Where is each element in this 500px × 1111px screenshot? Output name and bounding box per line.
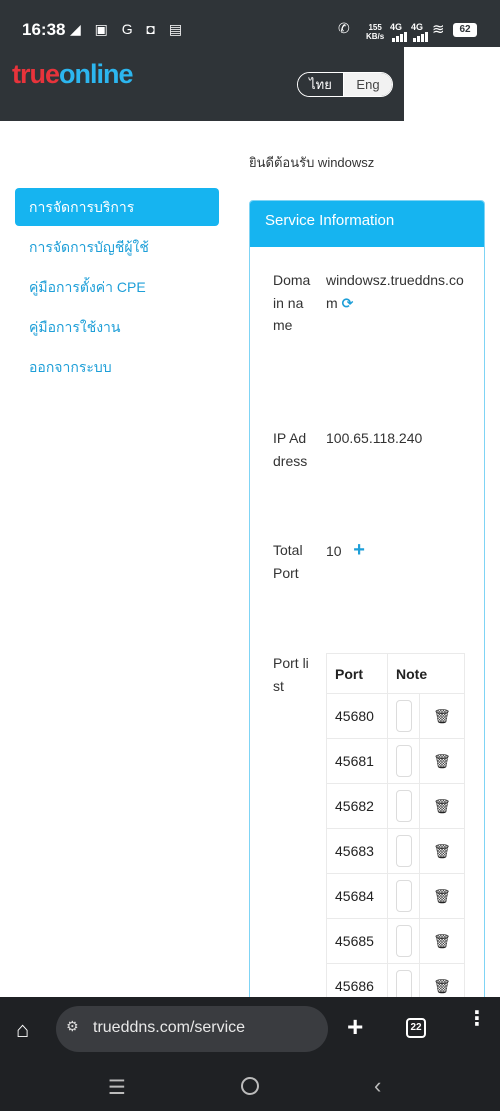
- site-header: trueonline ไทย Eng: [0, 47, 404, 121]
- sidebar-item-cpe-guide[interactable]: คู่มือการตั้งค่า CPE: [15, 268, 219, 306]
- trash-icon[interactable]: 🗑: [419, 783, 465, 829]
- status-time: 16:38: [22, 20, 66, 39]
- note-input[interactable]: [396, 880, 412, 912]
- total-port-number: 10: [326, 543, 342, 559]
- notification-icons: ◢ ▣ G ◘ ▤: [70, 21, 188, 37]
- site-settings-icon[interactable]: ⚙: [66, 1018, 79, 1035]
- total-port-value: 10 +: [326, 539, 466, 563]
- network-speed-value: 155: [368, 23, 382, 32]
- trash-icon[interactable]: 🗑: [419, 693, 465, 739]
- sidebar-menu: การจัดการบริการ การจัดการบัญชีผู้ใช้ คู่…: [15, 188, 219, 388]
- logo-true: true: [12, 59, 60, 89]
- port-cell: 45683: [326, 828, 388, 874]
- refresh-icon[interactable]: ⟳: [342, 295, 354, 311]
- network-4g-2: 4G: [411, 22, 424, 32]
- note-input[interactable]: [396, 925, 412, 957]
- network-4g-1: 4G: [390, 22, 403, 32]
- note-input[interactable]: [396, 745, 412, 777]
- lang-english-button[interactable]: Eng: [344, 73, 392, 96]
- note-input[interactable]: [396, 700, 412, 732]
- port-cell: 45681: [326, 738, 388, 784]
- url-text: trueddns.com/service: [93, 1019, 246, 1036]
- add-port-icon[interactable]: +: [353, 539, 365, 561]
- domain-name-value: windowsz.trueddns.com ⟳: [326, 269, 466, 314]
- table-row: 45681 🗑: [326, 738, 465, 784]
- status-bar: 16:38 ◢ ▣ G ◘ ▤ ✆ 155 KB/s 4G 4G ≋ 62: [0, 0, 500, 47]
- ip-address-value: 100.65.118.240: [326, 430, 423, 446]
- trash-icon[interactable]: 🗑: [419, 828, 465, 874]
- note-input[interactable]: [396, 835, 412, 867]
- port-column-header: Port: [326, 653, 388, 694]
- sidebar-item-service-management[interactable]: การจัดการบริการ: [15, 188, 219, 226]
- battery-icon: 62: [453, 23, 477, 37]
- table-row: 45680 🗑: [326, 693, 465, 739]
- signal-icon-2: [413, 32, 428, 42]
- logo-online: online: [59, 59, 133, 89]
- network-speed: 155 KB/s: [366, 23, 384, 41]
- ip-address-label: IP Address: [273, 430, 308, 469]
- service-information-card: Service Information Domain name windowsz…: [249, 200, 485, 1020]
- table-row: 45682 🗑: [326, 783, 465, 829]
- network-speed-unit: KB/s: [366, 32, 385, 41]
- port-list-table: Port Note 45680 🗑 45681 🗑 45682 🗑 45683: [326, 653, 465, 1009]
- more-menu-icon[interactable]: ⋮: [467, 1009, 487, 1029]
- wifi-icon: ≋: [432, 21, 445, 38]
- trash-icon[interactable]: 🗑: [419, 738, 465, 784]
- table-row: 45684 🗑: [326, 873, 465, 919]
- address-bar[interactable]: ⚙ trueddns.com/service: [56, 1006, 328, 1052]
- tab-switcher-button[interactable]: 22: [406, 1018, 426, 1038]
- recent-apps-icon[interactable]: ☰: [108, 1075, 126, 1100]
- signal-icon-1: [392, 32, 407, 42]
- total-port-label: Total Port: [273, 542, 303, 581]
- port-cell: 45684: [326, 873, 388, 919]
- language-switch: ไทย Eng: [297, 72, 393, 97]
- sidebar-item-user-manual[interactable]: คู่มือการใช้งาน: [15, 308, 219, 346]
- note-column-header: Note: [387, 653, 465, 694]
- note-input[interactable]: [396, 790, 412, 822]
- card-title: Service Information: [250, 201, 484, 247]
- port-cell: 45682: [326, 783, 388, 829]
- port-cell: 45685: [326, 918, 388, 964]
- back-icon[interactable]: ‹: [374, 1073, 381, 1099]
- domain-name-label: Domain name: [273, 272, 311, 333]
- browser-toolbar: ⌂ ⚙ trueddns.com/service + 22 ⋮: [0, 997, 500, 1063]
- port-cell: 45680: [326, 693, 388, 739]
- home-icon[interactable]: ⌂: [16, 1017, 29, 1043]
- trueonline-logo[interactable]: trueonline: [12, 59, 134, 90]
- home-button-icon[interactable]: [241, 1077, 259, 1095]
- trash-icon[interactable]: 🗑: [419, 918, 465, 964]
- sidebar-item-logout[interactable]: ออกจากระบบ: [15, 348, 219, 386]
- sidebar-item-account-management[interactable]: การจัดการบัญชีผู้ใช้: [15, 228, 219, 266]
- trash-icon[interactable]: 🗑: [419, 873, 465, 919]
- port-list-label: Port list: [273, 655, 309, 694]
- call-icon: ✆: [338, 20, 350, 36]
- welcome-text: ยินดีต้อนรับ windowsz: [249, 155, 375, 170]
- system-nav-bar: ☰ ‹: [0, 1063, 500, 1111]
- table-row: 45685 🗑: [326, 918, 465, 964]
- lang-thai-button[interactable]: ไทย: [298, 73, 344, 96]
- new-tab-icon[interactable]: +: [347, 1011, 363, 1043]
- table-row: 45683 🗑: [326, 828, 465, 874]
